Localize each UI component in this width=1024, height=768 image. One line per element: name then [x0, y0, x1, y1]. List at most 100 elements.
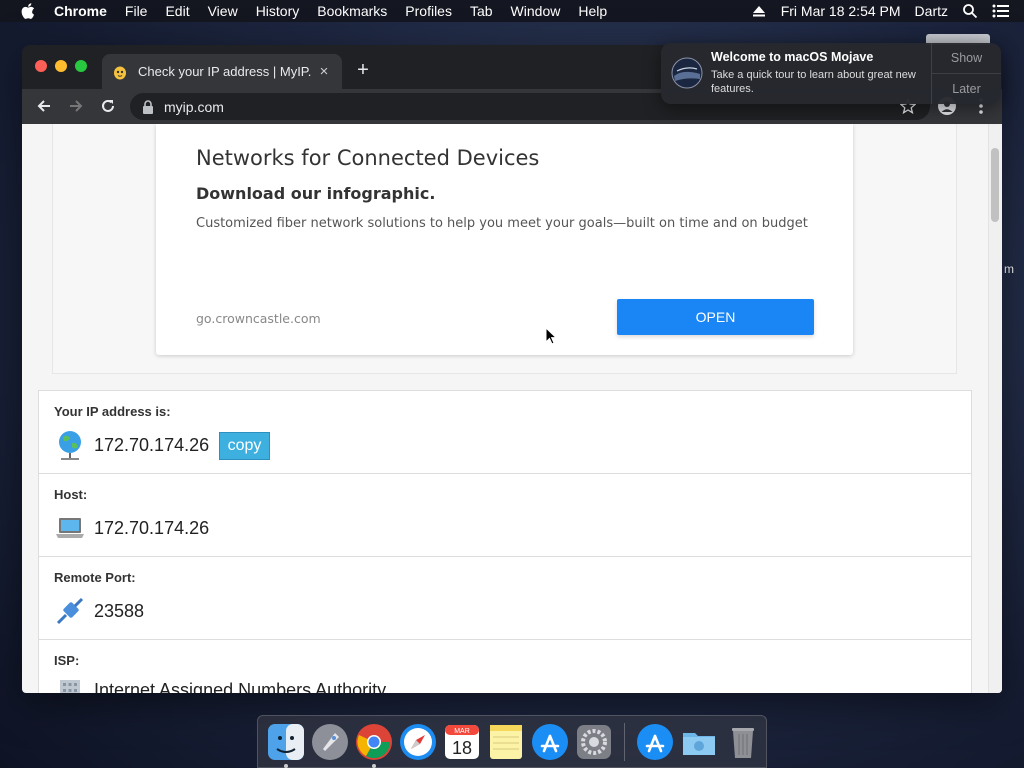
dock-launchpad[interactable]: [310, 722, 350, 762]
launchpad-rocket-icon: [312, 723, 348, 760]
back-button[interactable]: [33, 95, 55, 117]
window-controls: [35, 60, 87, 72]
notification-body: Take a quick tour to learn about great n…: [711, 69, 916, 95]
apple-menu-icon[interactable]: [20, 3, 36, 19]
ip-info-panel: Your IP address is: 172.70.174.26 copy H…: [38, 390, 972, 693]
dock-downloads-app-store[interactable]: [635, 722, 675, 762]
dock-separator: [624, 722, 625, 761]
system-preferences-gear-icon: [577, 724, 611, 759]
notification-center-icon[interactable]: [992, 3, 1009, 19]
scrollbar-thumb[interactable]: [991, 148, 999, 222]
isp-section: ISP: Internet Assigned Numbers Authority: [39, 640, 971, 693]
macos-notification[interactable]: Welcome to macOS Mojave Take a quick tou…: [661, 43, 1001, 104]
dock-chrome[interactable]: [354, 722, 394, 768]
reload-icon: [102, 99, 114, 112]
notification-title: Welcome to macOS Mojave: [711, 50, 874, 64]
minimize-window-button[interactable]: [55, 60, 67, 72]
menu-app-name[interactable]: Chrome: [54, 3, 107, 19]
isp-label: ISP:: [54, 653, 80, 668]
ad-card[interactable]: Networks for Connected Devices Download …: [156, 124, 853, 355]
reload-button[interactable]: [97, 95, 119, 117]
mouse-pointer-icon: [545, 326, 558, 345]
calendar-icon: MAR 18: [445, 724, 479, 759]
menu-file[interactable]: File: [125, 3, 148, 19]
ip-address-section: Your IP address is: 172.70.174.26 copy: [39, 391, 971, 474]
notification-later-button[interactable]: Later: [932, 74, 1001, 105]
menu-profiles[interactable]: Profiles: [405, 3, 452, 19]
running-indicator: [372, 763, 376, 768]
calendar-day-text: 18: [452, 738, 472, 758]
chrome-icon: [356, 723, 392, 760]
host-value: 172.70.174.26: [94, 518, 210, 538]
ad-subtitle: Download our infographic.: [196, 184, 436, 203]
close-window-button[interactable]: [35, 60, 47, 72]
forward-button[interactable]: [65, 95, 87, 117]
remote-port-value: 23588: [94, 601, 145, 621]
dock-finder[interactable]: [266, 722, 306, 768]
ad-open-button[interactable]: OPEN: [617, 299, 814, 335]
menu-help[interactable]: Help: [578, 3, 607, 19]
dock-safari[interactable]: [398, 722, 438, 762]
app-store-folder-icon: [637, 723, 673, 760]
menu-view[interactable]: View: [208, 3, 238, 19]
vertical-scrollbar[interactable]: [988, 124, 1002, 693]
spotlight-search-icon[interactable]: [962, 3, 978, 19]
remote-port-section: Remote Port: 23588: [39, 557, 971, 640]
mojave-logo-icon: [671, 57, 703, 89]
app-store-icon: [532, 723, 568, 760]
page-viewport: Networks for Connected Devices Download …: [22, 124, 1002, 693]
new-tab-button[interactable]: +: [352, 59, 374, 81]
ip-address-label: Your IP address is:: [54, 404, 171, 419]
menu-bar: Chrome File Edit View History Bookmarks …: [0, 0, 1024, 22]
remote-port-label: Remote Port:: [54, 570, 136, 585]
trash-icon: [732, 727, 754, 758]
forward-arrow-icon: [70, 100, 83, 112]
host-label: Host:: [54, 487, 88, 502]
url-text: myip.com: [164, 98, 224, 115]
host-section: Host: 172.70.174.26: [39, 474, 971, 557]
menu-user[interactable]: Dartz: [915, 3, 948, 19]
zoom-window-button[interactable]: [75, 60, 87, 72]
menu-window[interactable]: Window: [511, 3, 561, 19]
tab-active[interactable]: Check your IP address | MyIP. ×: [102, 54, 342, 89]
dock-trash[interactable]: [723, 722, 763, 762]
menu-bookmarks[interactable]: Bookmarks: [317, 3, 387, 19]
menu-tab[interactable]: Tab: [470, 3, 493, 19]
eject-icon[interactable]: [751, 3, 767, 19]
ad-title[interactable]: Networks for Connected Devices: [196, 146, 539, 170]
safari-compass-icon: [400, 723, 436, 760]
finder-icon: [268, 723, 304, 760]
dock: MAR 18: [257, 715, 767, 768]
dock-app-store[interactable]: [530, 722, 570, 762]
tab-close-icon[interactable]: ×: [316, 63, 332, 80]
dock-system-preferences[interactable]: [574, 722, 614, 762]
copy-ip-button[interactable]: copy: [219, 432, 270, 460]
building-icon: [54, 678, 86, 693]
notification-actions: Show Later: [931, 43, 1001, 104]
ip-address-value: 172.70.174.26: [94, 435, 210, 455]
running-indicator: [284, 763, 288, 768]
calendar-month-text: MAR: [454, 728, 470, 735]
dock-calendar[interactable]: MAR 18: [442, 722, 482, 762]
back-arrow-icon: [37, 100, 50, 112]
ad-display-url[interactable]: go.crowncastle.com: [196, 311, 321, 326]
menu-clock[interactable]: Fri Mar 18 2:54 PM: [781, 3, 901, 19]
isp-value: Internet Assigned Numbers Authority: [94, 680, 387, 693]
menu-history[interactable]: History: [256, 3, 300, 19]
ad-frame: Networks for Connected Devices Download …: [52, 124, 957, 374]
notes-icon: [490, 724, 522, 759]
network-plug-icon: [54, 595, 86, 627]
tab-title: Check your IP address | MyIP.: [138, 64, 312, 79]
myip-favicon-icon: [112, 64, 128, 80]
lock-icon[interactable]: [142, 99, 154, 114]
downloads-folder-icon: [683, 732, 715, 755]
laptop-icon: [54, 512, 86, 544]
browser-window: Check your IP address | MyIP. × + myip.c…: [22, 45, 1002, 693]
globe-network-icon: [54, 429, 86, 461]
ad-description: Customized fiber network solutions to he…: [196, 216, 808, 231]
notification-show-button[interactable]: Show: [932, 43, 1001, 74]
dock-downloads-folder[interactable]: [679, 722, 719, 762]
desktop-item-label: m: [1004, 262, 1014, 276]
dock-notes[interactable]: [486, 722, 526, 762]
menu-edit[interactable]: Edit: [165, 3, 189, 19]
